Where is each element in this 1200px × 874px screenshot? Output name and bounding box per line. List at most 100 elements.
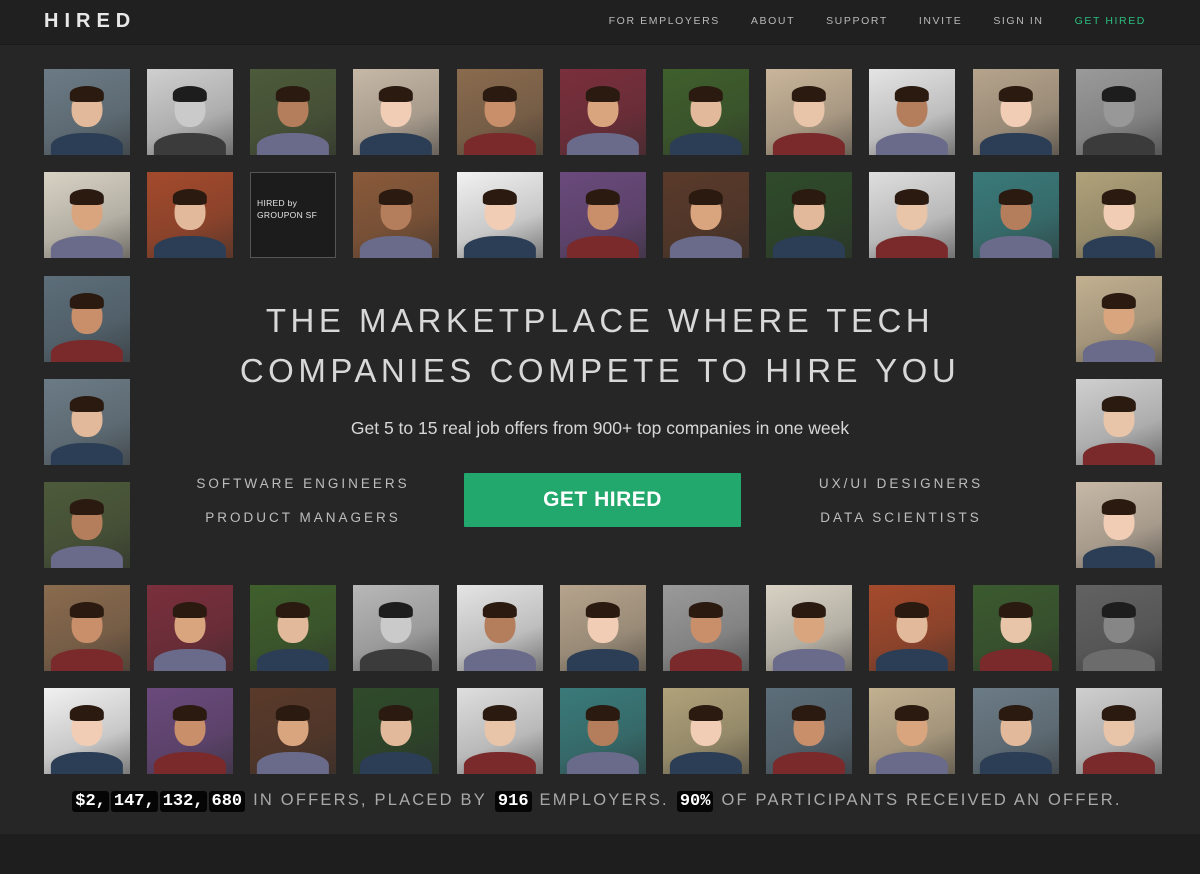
offers-digit-group: 680	[208, 791, 246, 812]
portrait-hair	[998, 189, 1034, 205]
candidate-photo	[560, 69, 646, 155]
portrait-shoulders	[1082, 235, 1156, 258]
role-software-engineers: SOFTWARE ENGINEERS	[196, 476, 410, 491]
candidate-photo	[869, 172, 955, 258]
portrait-shoulders	[772, 751, 846, 774]
role-ux-ui-designers: UX/UI DESIGNERS	[818, 476, 984, 491]
candidate-photo	[766, 69, 852, 155]
portrait-hair	[69, 396, 105, 412]
candidate-photo	[663, 172, 749, 258]
portrait-hair	[275, 86, 311, 102]
portrait-hair	[791, 602, 827, 618]
stats-text-participants: OF PARTICIPANTS RECEIVED AN OFFER.	[721, 791, 1122, 809]
portrait-shoulders	[359, 751, 433, 774]
candidate-photo	[250, 69, 336, 155]
candidate-photo	[1076, 379, 1162, 465]
portrait-hair	[585, 705, 621, 721]
portrait-shoulders	[50, 442, 124, 465]
tile-caption: HIRED by GROUPON SF	[257, 198, 318, 220]
portrait-shoulders	[566, 235, 640, 258]
candidate-photo	[250, 585, 336, 671]
candidate-photo	[44, 688, 130, 774]
candidate-photo	[1076, 688, 1162, 774]
footer-band	[0, 834, 1200, 874]
portrait-shoulders	[256, 132, 330, 155]
candidate-photo	[44, 276, 130, 362]
candidate-photo	[869, 688, 955, 774]
get-hired-button[interactable]: GET HIRED	[464, 473, 741, 527]
portrait-hair	[378, 86, 414, 102]
candidate-photo	[973, 585, 1059, 671]
portrait-shoulders	[463, 751, 537, 774]
portrait-shoulders	[979, 235, 1053, 258]
portrait-shoulders	[50, 751, 124, 774]
candidate-photo	[766, 688, 852, 774]
portrait-shoulders	[1082, 442, 1156, 465]
portrait-shoulders	[772, 648, 846, 671]
portrait-shoulders	[566, 648, 640, 671]
portrait-shoulders	[875, 132, 949, 155]
candidate-photo	[353, 69, 439, 155]
percent-counter: 90%	[676, 791, 715, 812]
portrait-shoulders	[1082, 545, 1156, 568]
portrait-hair	[585, 86, 621, 102]
portrait-shoulders	[1082, 132, 1156, 155]
candidate-photo	[1076, 172, 1162, 258]
portrait-hair	[998, 705, 1034, 721]
candidate-photo	[44, 172, 130, 258]
candidate-photo	[457, 688, 543, 774]
candidate-photo	[147, 688, 233, 774]
portrait-hair	[69, 86, 105, 102]
portrait-shoulders	[50, 132, 124, 155]
portrait-hair	[688, 602, 724, 618]
candidate-photo	[766, 172, 852, 258]
portrait-shoulders	[463, 235, 537, 258]
portrait-hair	[998, 602, 1034, 618]
portrait-hair	[275, 602, 311, 618]
portrait-shoulders	[153, 132, 227, 155]
candidate-photo	[250, 688, 336, 774]
portrait-shoulders	[153, 235, 227, 258]
portrait-hair	[894, 189, 930, 205]
portrait-hair	[1101, 705, 1137, 721]
portrait-hair	[894, 602, 930, 618]
hero-headline-line-1: THE MARKETPLACE WHERE TECH	[265, 302, 935, 339]
portrait-shoulders	[153, 751, 227, 774]
offers-digit-group: $2,	[72, 791, 109, 812]
portrait-hair	[482, 705, 518, 721]
candidate-photo	[766, 585, 852, 671]
stats-banner: $2, 147, 132, 680 IN OFFERS, PLACED BY 916 EMP…	[0, 791, 1200, 818]
candidate-photo	[869, 585, 955, 671]
portrait-shoulders	[566, 132, 640, 155]
portrait-hair	[1101, 189, 1137, 205]
candidate-photo	[353, 172, 439, 258]
portrait-shoulders	[1082, 648, 1156, 671]
candidate-photo	[353, 688, 439, 774]
portrait-shoulders	[669, 235, 743, 258]
portrait-shoulders	[979, 751, 1053, 774]
portrait-hair	[482, 602, 518, 618]
portrait-hair	[1101, 499, 1137, 515]
candidate-photo	[44, 69, 130, 155]
candidate-photo	[560, 585, 646, 671]
portrait-shoulders	[979, 648, 1053, 671]
employers-digit-group: 916	[494, 791, 532, 812]
portrait-hair	[482, 189, 518, 205]
candidate-photo	[663, 688, 749, 774]
role-data-scientists: DATA SCIENTISTS	[820, 510, 982, 525]
candidate-photo	[457, 69, 543, 155]
candidate-photo	[457, 172, 543, 258]
portrait-shoulders	[566, 751, 640, 774]
portrait-hair	[791, 86, 827, 102]
candidate-photo	[663, 69, 749, 155]
portrait-hair	[172, 86, 208, 102]
portrait-shoulders	[50, 545, 124, 568]
stats-text-offers: IN OFFERS, PLACED BY	[253, 791, 487, 809]
portrait-hair	[791, 705, 827, 721]
portrait-shoulders	[359, 648, 433, 671]
portrait-shoulders	[979, 132, 1053, 155]
offers-total-counter: $2, 147, 132, 680	[71, 791, 246, 812]
stats-text-employers: EMPLOYERS.	[539, 791, 669, 809]
portrait-shoulders	[463, 648, 537, 671]
portrait-hair	[791, 189, 827, 205]
